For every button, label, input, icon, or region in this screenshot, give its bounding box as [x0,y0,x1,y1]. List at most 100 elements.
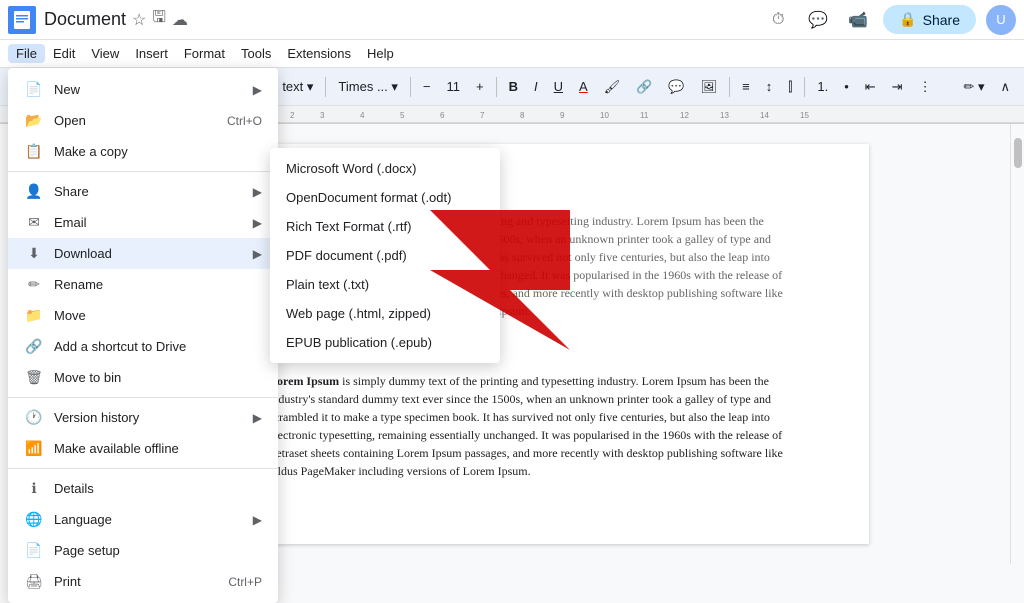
bin-label: Move to bin [54,370,262,385]
download-epub[interactable]: EPUB publication (.epub) [270,328,500,357]
docs-icon [8,6,36,34]
star-icon[interactable]: ☆ [132,10,146,30]
toolbar-italic[interactable]: I [528,77,544,96]
cloud-icon[interactable]: ☁ [172,10,188,30]
menu-item-open[interactable]: 📂 Open Ctrl+O [8,105,278,136]
share-icon: 👤 [24,183,44,200]
menu-item-shortcut[interactable]: 🔗 Add a shortcut to Drive [8,331,278,362]
download-pdf[interactable]: PDF document (.pdf) [270,241,500,270]
menu-item-rename[interactable]: ✏ Rename [8,269,278,300]
open-shortcut: Ctrl+O [227,114,262,128]
toolbar-color[interactable]: A [573,77,594,96]
menu-edit[interactable]: Edit [45,44,83,63]
download-txt[interactable]: Plain text (.txt) [270,270,500,299]
doc-body2: Lorem Ipsum is simply dummy text of the … [269,372,789,480]
svg-text:3: 3 [320,111,325,120]
menu-item-email[interactable]: ✉ Email ▶ [8,207,278,238]
pagesetup-icon: 📄 [24,542,44,559]
menu-item-new[interactable]: 📄 New ▶ [8,74,278,105]
scrollbar-right[interactable] [1010,124,1024,564]
menu-item-print[interactable]: 🖨 Print Ctrl+P [8,566,278,597]
menu-item-share[interactable]: 👤 Share ▶ [8,176,278,207]
toolbar-list-ol[interactable]: 1. [811,77,834,96]
menu-help[interactable]: Help [359,44,402,63]
download-rtf[interactable]: Rich Text Format (.rtf) [270,212,500,241]
odt-label: OpenDocument format (.odt) [286,190,451,205]
details-icon: ℹ [24,480,44,497]
download-html[interactable]: Web page (.html, zipped) [270,299,500,328]
move-icon: 📁 [24,307,44,324]
language-icon: 🌐 [24,511,44,528]
scrollbar-thumb[interactable] [1014,138,1022,168]
menu-item-offline[interactable]: 📶 Make available offline [8,433,278,464]
toolbar-align[interactable]: ≡ [736,77,756,96]
toolbar-image[interactable]: 🖼 [695,77,724,97]
pagesetup-label: Page setup [54,543,262,558]
rtf-label: Rich Text Format (.rtf) [286,219,411,234]
toolbar-bold[interactable]: B [503,77,524,96]
menu-item-bin[interactable]: 🗑 Move to bin [8,362,278,393]
menu-item-copy[interactable]: 📋 Make a copy [8,136,278,167]
share-button[interactable]: 🔒 Share [883,5,976,34]
svg-text:13: 13 [720,111,729,120]
details-label: Details [54,481,262,496]
save-icon[interactable]: 🖫 [152,6,166,33]
menu-tools[interactable]: Tools [233,44,279,63]
menubar: File Edit View Insert Format Tools Exten… [0,40,1024,68]
menu-item-download[interactable]: ⬇ Download ▶ [8,238,278,269]
menu-view[interactable]: View [83,44,127,63]
toolbar-underline[interactable]: U [548,77,569,96]
menu-item-pagesetup[interactable]: 📄 Page setup [8,535,278,566]
toolbar-link[interactable]: 🔗 [630,77,658,97]
topbar-right: ⏱ 💬 📹 🔒 Share U [763,5,1016,35]
version-icon: 🕐 [24,409,44,426]
download-submenu: Microsoft Word (.docx) OpenDocument form… [270,148,500,363]
new-arrow: ▶ [253,83,262,97]
toolbar-font-size[interactable]: 11 [441,77,467,96]
menu-file[interactable]: File [8,44,45,63]
menu-extensions[interactable]: Extensions [279,44,359,63]
rename-icon: ✏ [24,276,44,293]
toolbar-columns[interactable]: ⫿ [782,77,798,97]
version-label: Version history [54,410,253,425]
toolbar-edit[interactable]: ✏ ▾ [957,77,990,97]
sep3 [325,77,326,97]
download-label: Download [54,246,253,261]
doc-title: Document [44,9,126,30]
avatar[interactable]: U [986,5,1016,35]
toolbar-list-ul[interactable]: • [838,77,855,96]
print-label: Print [54,574,228,589]
toolbar-font-inc[interactable]: + [470,77,490,96]
copy-icon: 📋 [24,143,44,160]
menu-item-details[interactable]: ℹ Details [8,473,278,504]
toolbar-font[interactable]: Times ... ▾ [332,77,404,97]
download-docx[interactable]: Microsoft Word (.docx) [270,154,500,183]
toolbar-collapse[interactable]: ∧ [994,77,1016,97]
download-arrow: ▶ [253,247,262,261]
toolbar-indent-dec[interactable]: ⇤ [859,77,882,97]
toolbar-comment[interactable]: 💬 [662,77,690,97]
title-icons: ☆ 🖫 ☁ [132,6,188,33]
history-icon[interactable]: ⏱ [763,5,793,35]
docx-label: Microsoft Word (.docx) [286,161,417,176]
menu-insert[interactable]: Insert [127,44,176,63]
toolbar-font-dec[interactable]: − [417,77,437,96]
print-icon: 🖨 [24,573,44,590]
toolbar-highlight[interactable]: 🖌 [598,77,627,97]
video-icon[interactable]: 📹 [843,5,873,35]
svg-text:15: 15 [800,111,809,120]
email-arrow: ▶ [253,216,262,230]
download-icon: ⬇ [24,245,44,262]
svg-text:4: 4 [360,111,365,120]
menu-format[interactable]: Format [176,44,233,63]
chat-icon[interactable]: 💬 [803,5,833,35]
menu-item-language[interactable]: 🌐 Language ▶ [8,504,278,535]
download-odt[interactable]: OpenDocument format (.odt) [270,183,500,212]
menu-item-version[interactable]: 🕐 Version history ▶ [8,402,278,433]
toolbar-more[interactable]: ⋮ [913,77,938,97]
toolbar-indent-inc[interactable]: ⇥ [886,77,909,97]
toolbar-spacing[interactable]: ↕ [760,77,779,96]
move-label: Move [54,308,262,323]
new-icon: 📄 [24,81,44,98]
menu-item-move[interactable]: 📁 Move [8,300,278,331]
